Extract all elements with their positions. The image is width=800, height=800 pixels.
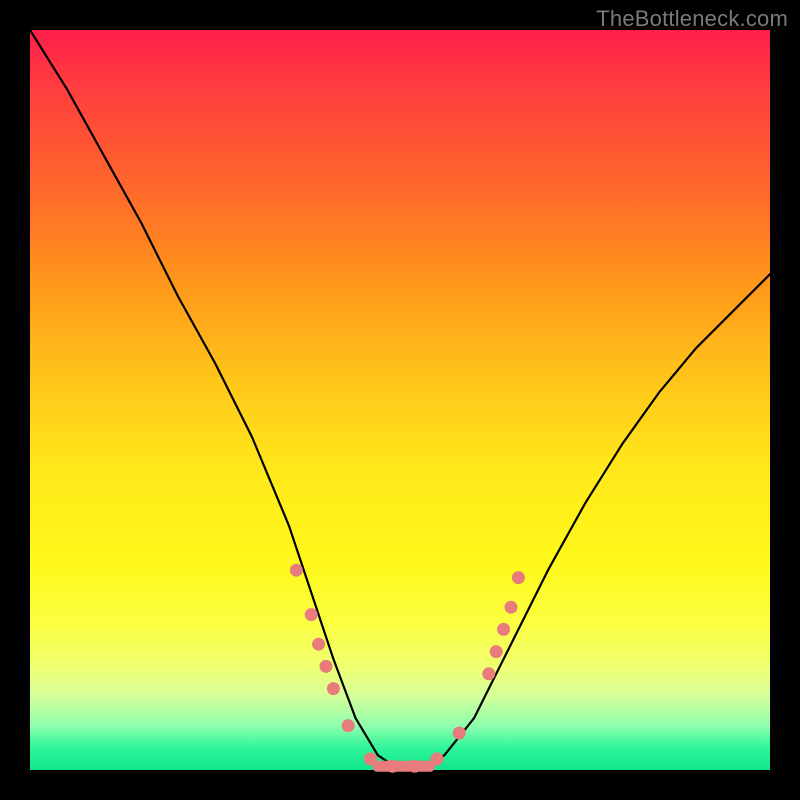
data-marker (505, 601, 518, 614)
bottleneck-curve (30, 30, 770, 770)
data-marker (312, 638, 325, 651)
data-marker (327, 682, 340, 695)
data-marker (305, 608, 318, 621)
curve-layer (30, 30, 770, 770)
data-marker (453, 727, 466, 740)
data-marker (512, 571, 525, 584)
data-marker (342, 719, 355, 732)
data-marker (386, 760, 399, 773)
data-marker (490, 645, 503, 658)
data-marker (320, 660, 333, 673)
plot-area (30, 30, 770, 770)
data-marker (497, 623, 510, 636)
watermark-text: TheBottleneck.com (596, 6, 788, 32)
data-marker (408, 760, 421, 773)
chart-frame: TheBottleneck.com (0, 0, 800, 800)
data-marker (431, 752, 444, 765)
data-marker (290, 564, 303, 577)
data-marker (482, 667, 495, 680)
data-marker (364, 752, 377, 765)
